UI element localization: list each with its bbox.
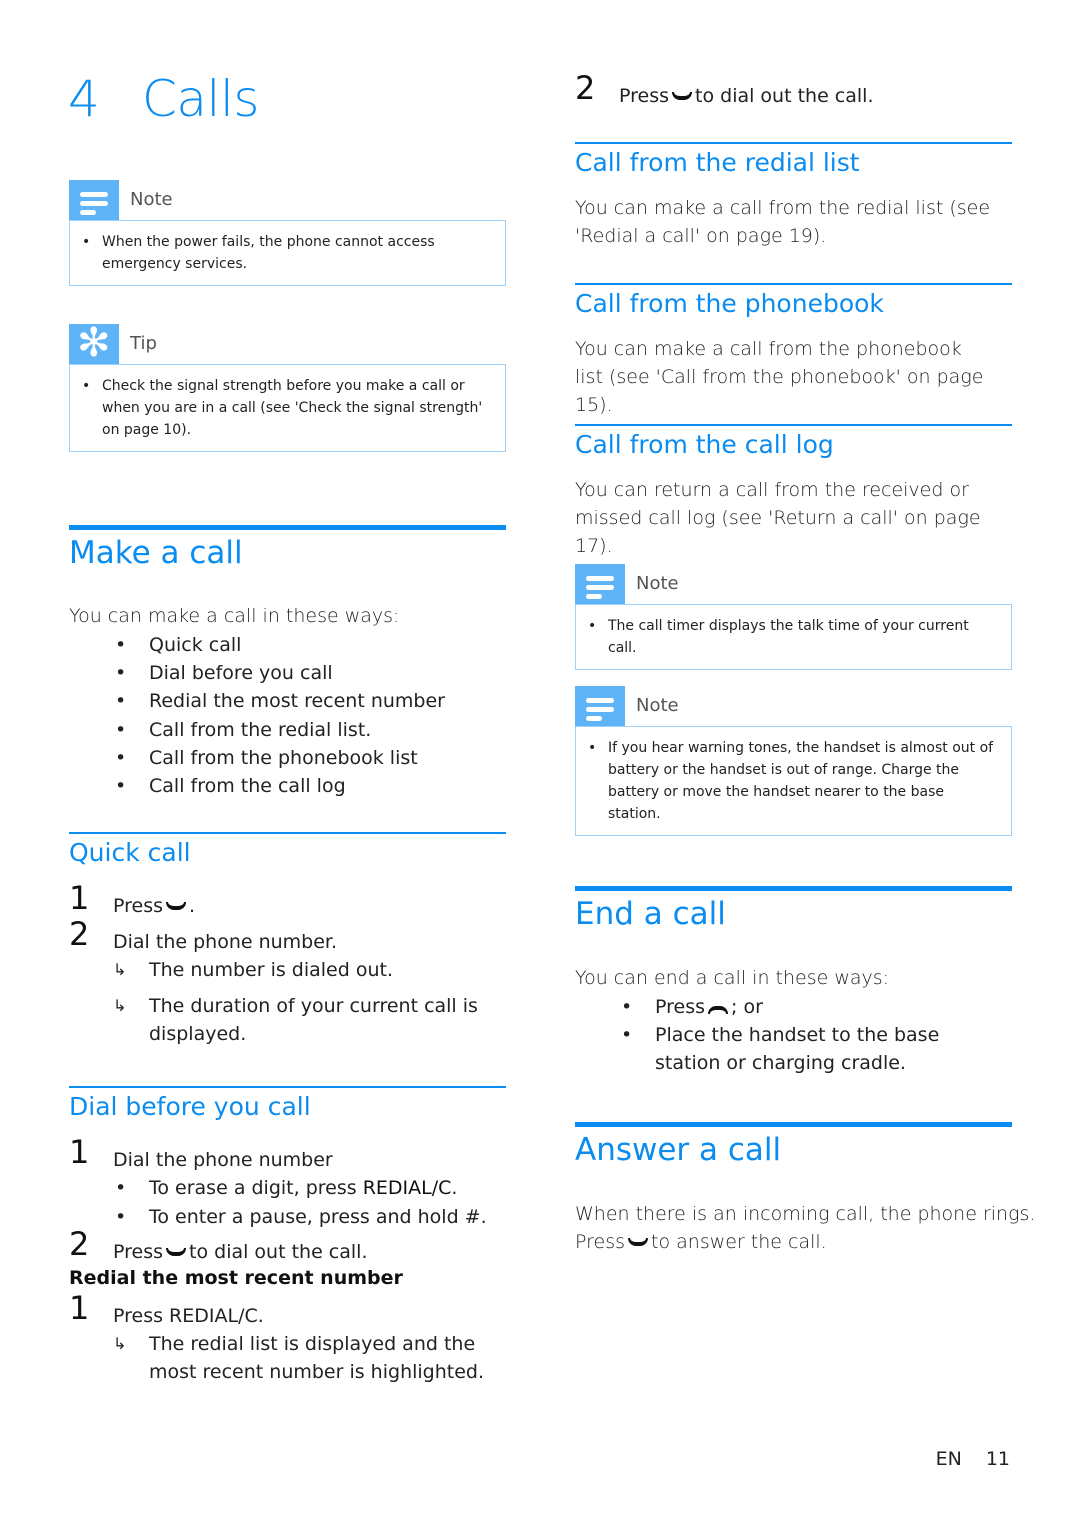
section-divider <box>69 525 506 530</box>
subsection-divider <box>69 832 506 834</box>
heading-call-from-log: Call from the call log <box>575 430 834 459</box>
note-text: If you hear warning tones, the handset i… <box>586 737 999 825</box>
note-label: Note <box>130 189 173 210</box>
chapter-title: 4 Calls <box>68 70 259 128</box>
heading-make-a-call: Make a call <box>69 535 243 571</box>
note-label: Note <box>636 695 679 716</box>
paragraph-phonebook: You can make a call from the phonebook l… <box>575 338 984 416</box>
tip-label: Tip <box>130 333 157 354</box>
heading-call-from-phonebook: Call from the phonebook <box>575 289 884 318</box>
page-footer: EN 11 <box>936 1448 1010 1470</box>
result-arrow-icon: ↳ <box>113 996 127 1015</box>
tip-asterisk-icon: ✻ <box>69 320 119 366</box>
subsection-divider <box>69 1086 506 1088</box>
result-arrow-icon: ↳ <box>113 1334 127 1353</box>
call-icon <box>672 92 693 100</box>
chapter-number: 4 <box>68 70 100 128</box>
language-code: EN <box>935 1448 962 1470</box>
note-box-timer: Note The call timer displays the talk ti… <box>575 564 1012 670</box>
subsection-divider <box>575 424 1012 426</box>
paragraph-redial: You can make a call from the redial list… <box>575 197 991 247</box>
call-icon <box>628 1238 649 1246</box>
answer-line-1: When there is an incoming call, the phon… <box>575 1203 1036 1225</box>
note-label: Note <box>636 573 679 594</box>
note-icon <box>575 564 625 604</box>
paragraph-call-log: You can return a call from the received … <box>575 479 981 557</box>
heading-answer-a-call: Answer a call <box>575 1132 782 1168</box>
section-divider <box>575 886 1012 891</box>
make-call-intro: You can make a call in these ways: <box>69 605 400 627</box>
result-arrow-icon: ↳ <box>113 960 127 979</box>
answer-line-2: Press to answer the call. <box>575 1231 827 1253</box>
chapter-name: Calls <box>142 70 259 128</box>
note-box-power: Note When the power fails, the phone can… <box>69 180 506 286</box>
heading-end-a-call: End a call <box>575 896 726 932</box>
call-icon <box>166 902 187 910</box>
subsection-divider <box>575 142 1012 144</box>
subsection-divider <box>575 283 1012 285</box>
end-call-icon <box>708 1006 729 1014</box>
note-box-warning: Note If you hear warning tones, the hand… <box>575 686 1012 836</box>
note-text: The call timer displays the talk time of… <box>586 615 999 659</box>
note-icon <box>69 180 119 220</box>
section-divider <box>575 1122 1012 1127</box>
heading-call-from-redial: Call from the redial list <box>575 148 860 177</box>
tip-box: ✻ Tip Check the signal strength before y… <box>69 320 506 452</box>
note-text: When the power fails, the phone cannot a… <box>80 231 493 275</box>
page-number: 11 <box>985 1448 1010 1470</box>
call-icon <box>166 1248 187 1256</box>
note-icon <box>575 686 625 726</box>
heading-dial-before: Dial before you call <box>69 1092 311 1121</box>
heading-quick-call: Quick call <box>69 838 191 867</box>
tip-text: Check the signal strength before you mak… <box>80 375 493 441</box>
heading-redial: Redial the most recent number <box>69 1267 403 1289</box>
end-call-intro: You can end a call in these ways: <box>575 967 890 989</box>
